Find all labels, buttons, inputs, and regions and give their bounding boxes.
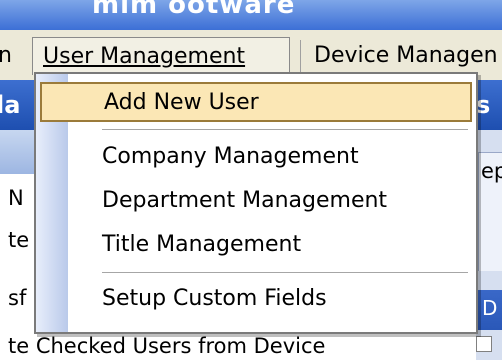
menu-item-user-management[interactable]: User Management bbox=[32, 37, 290, 75]
menu-separator bbox=[102, 129, 468, 130]
right-panel-box-text: ep bbox=[481, 159, 502, 183]
menu-item-label: Company Management bbox=[102, 144, 359, 169]
delete-checked-users-item[interactable]: te Checked Users from Device bbox=[8, 334, 325, 358]
menu-item-label: Device Managen bbox=[314, 43, 498, 68]
list-item[interactable]: te bbox=[8, 228, 29, 252]
right-panel-header-text: s bbox=[476, 91, 491, 119]
left-panel-header-text: la bbox=[0, 91, 21, 119]
window-title-bar: mim ootware bbox=[0, 0, 502, 30]
menu-item-label: User Management bbox=[43, 44, 246, 69]
left-panel-header: la bbox=[0, 80, 36, 130]
menu-add-new-user[interactable]: Add New User bbox=[40, 82, 472, 122]
right-panel-button-label: D bbox=[482, 296, 498, 320]
right-panel-button[interactable]: D bbox=[478, 290, 502, 330]
menu-item-label: Add New User bbox=[104, 90, 259, 115]
menu-item-label: Setup Custom Fields bbox=[102, 286, 327, 311]
menu-item-label: Title Management bbox=[102, 232, 302, 257]
menu-title-management[interactable]: Title Management bbox=[40, 226, 472, 266]
list-item[interactable]: N bbox=[8, 186, 24, 210]
user-management-dropdown: Add New User Company Management Departme… bbox=[34, 72, 478, 334]
list-item[interactable]: sf bbox=[8, 286, 26, 310]
menu-separator bbox=[102, 272, 468, 273]
right-panel-header: s bbox=[476, 80, 502, 130]
left-panel-list: N te sf bbox=[0, 174, 36, 358]
menu-company-management[interactable]: Company Management bbox=[40, 138, 472, 178]
checkbox[interactable] bbox=[476, 336, 492, 352]
menu-separator bbox=[300, 40, 301, 72]
window-title: mim ootware bbox=[92, 0, 296, 20]
menu-department-management[interactable]: Department Management bbox=[40, 182, 472, 222]
menu-item-label: Department Management bbox=[102, 188, 388, 213]
menu-item-device-management[interactable]: Device Managen bbox=[304, 37, 502, 75]
menu-item-previous[interactable]: n bbox=[0, 37, 22, 75]
right-panel-box: ep bbox=[478, 152, 502, 271]
menu-setup-custom-fields[interactable]: Setup Custom Fields bbox=[40, 280, 472, 320]
left-panel-subheader bbox=[0, 130, 36, 174]
